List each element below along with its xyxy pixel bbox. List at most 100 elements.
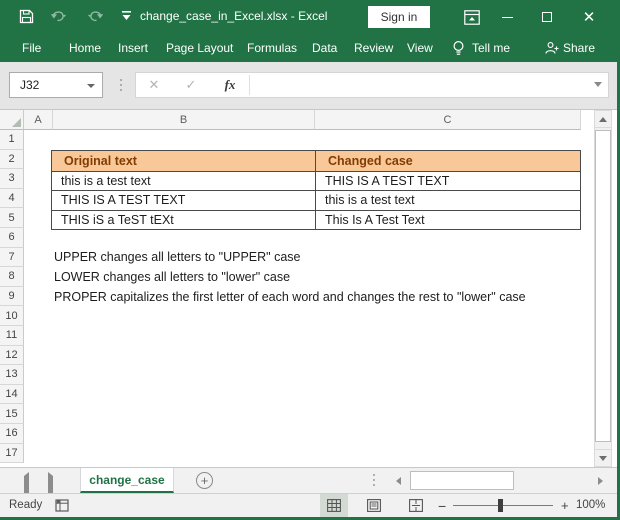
tab-view[interactable]: View: [407, 34, 433, 62]
ribbon-display-options-icon[interactable]: [455, 0, 489, 34]
table-cell[interactable]: THIS iS a TeST tEXt: [52, 210, 316, 230]
scroll-left-icon[interactable]: [390, 471, 407, 491]
row-header[interactable]: 12: [0, 345, 24, 366]
formula-bar: ✕ ✓ fx: [135, 72, 609, 98]
tab-data[interactable]: Data: [312, 34, 337, 62]
column-header-b[interactable]: B: [53, 110, 315, 130]
redo-icon[interactable]: [86, 9, 104, 23]
row-header[interactable]: 15: [0, 404, 24, 424]
zoom-in-icon[interactable]: +: [561, 498, 569, 513]
window-title: change_case_in_Excel.xlsx - Excel: [140, 9, 328, 23]
name-box[interactable]: J32: [9, 72, 103, 98]
table-row: THIS IS A TEST TEXT this is a test text: [52, 190, 580, 210]
formula-bar-row: J32 ✕ ✓ fx: [0, 62, 617, 110]
row-header[interactable]: 9: [0, 286, 24, 307]
formula-divider: [249, 75, 250, 95]
cancel-icon[interactable]: ✕: [144, 73, 164, 97]
scroll-up-icon[interactable]: [595, 111, 611, 128]
note-upper[interactable]: UPPER changes all letters to "UPPER" cas…: [54, 248, 526, 268]
previous-sheet-icon[interactable]: [24, 472, 29, 497]
table-header-changed-case[interactable]: Changed case: [316, 151, 580, 171]
column-header-a[interactable]: A: [24, 110, 53, 130]
row-header[interactable]: 7: [0, 247, 24, 268]
row-header[interactable]: 6: [0, 227, 24, 248]
vertical-scrollbar-thumb[interactable]: [595, 130, 611, 442]
macro-record-icon[interactable]: [55, 499, 70, 517]
save-icon[interactable]: [19, 9, 34, 24]
name-box-dropdown-icon[interactable]: [87, 84, 95, 88]
row-header[interactable]: 13: [0, 365, 24, 385]
insert-function-icon[interactable]: fx: [220, 73, 240, 97]
next-sheet-icon[interactable]: [48, 472, 53, 497]
row-header[interactable]: 14: [0, 384, 24, 405]
minimize-button[interactable]: [490, 0, 524, 34]
customize-quick-access-toolbar-icon[interactable]: [122, 11, 131, 21]
table-cell[interactable]: This Is A Test Text: [316, 211, 580, 230]
tab-insert[interactable]: Insert: [118, 34, 148, 62]
column-headers: A B C: [0, 110, 581, 130]
row-header[interactable]: 2: [0, 149, 24, 170]
row-header[interactable]: 8: [0, 267, 24, 287]
table-header-row: Original text Changed case: [52, 151, 580, 171]
row-header[interactable]: 3: [0, 169, 24, 189]
title-bar: change_case_in_Excel.xlsx - Excel Sign i…: [0, 0, 617, 34]
scroll-down-icon[interactable]: [595, 449, 611, 466]
maximize-button[interactable]: [530, 0, 564, 34]
share-person-icon: [545, 34, 559, 62]
row-header[interactable]: 11: [0, 325, 24, 346]
zoom-out-icon[interactable]: −: [438, 498, 446, 514]
lightbulb-icon: [452, 34, 465, 62]
sheet-tab-bar: change_case +: [0, 467, 617, 497]
zoom-slider-track[interactable]: [453, 505, 553, 506]
row-header[interactable]: 16: [0, 423, 24, 444]
new-sheet-button[interactable]: +: [196, 472, 213, 489]
column-header-c[interactable]: C: [315, 110, 581, 130]
expand-formula-bar-icon[interactable]: [594, 82, 602, 87]
status-bar: Ready − + 100%: [0, 493, 617, 517]
enter-icon[interactable]: ✓: [181, 73, 201, 97]
select-all-corner[interactable]: [0, 110, 24, 130]
tab-page-layout[interactable]: Page Layout: [166, 34, 233, 62]
table-cell[interactable]: this is a test text: [52, 171, 316, 191]
row-header[interactable]: 4: [0, 188, 24, 209]
status-ready-label: Ready: [9, 499, 43, 511]
sign-in-button[interactable]: Sign in: [368, 6, 430, 28]
formula-input[interactable]: [256, 73, 617, 97]
scroll-right-icon[interactable]: [592, 471, 609, 491]
row-header[interactable]: 5: [0, 208, 24, 228]
case-table: Original text Changed case this is a tes…: [51, 150, 581, 231]
table-cell[interactable]: THIS IS A TEST TEXT: [316, 172, 580, 191]
tab-share[interactable]: Share: [563, 34, 595, 62]
zoom-level[interactable]: 100%: [576, 499, 605, 511]
tab-review[interactable]: Review: [354, 34, 393, 62]
close-button[interactable]: ✕: [572, 0, 606, 34]
table-header-original-text[interactable]: Original text: [52, 151, 316, 171]
table-cell[interactable]: THIS IS A TEST TEXT: [52, 191, 316, 210]
note-lower[interactable]: LOWER changes all letters to "lower" cas…: [54, 267, 526, 287]
undo-icon[interactable]: [50, 9, 68, 23]
row-header[interactable]: 10: [0, 306, 24, 326]
explanation-notes: UPPER changes all letters to "UPPER" cas…: [54, 248, 526, 307]
normal-view-button[interactable]: [320, 494, 348, 517]
page-layout-view-button[interactable]: [360, 494, 388, 517]
row-header[interactable]: 1: [0, 130, 24, 150]
formula-bar-separator: [119, 74, 123, 96]
tab-formulas[interactable]: Formulas: [247, 34, 297, 62]
row-header[interactable]: 17: [0, 443, 24, 464]
page-break-preview-button[interactable]: [402, 494, 430, 517]
excel-window: change_case_in_Excel.xlsx - Excel Sign i…: [0, 0, 620, 520]
note-proper[interactable]: PROPER capitalizes the first letter of e…: [54, 287, 526, 307]
sheet-tab-change-case[interactable]: change_case: [80, 468, 174, 493]
ribbon-tab-row: File Home Insert Page Layout Formulas Da…: [0, 34, 617, 62]
tab-home[interactable]: Home: [69, 34, 101, 62]
tab-tell-me[interactable]: Tell me: [472, 34, 510, 62]
zoom-slider-thumb[interactable]: [498, 499, 503, 512]
worksheet-area: A B C 1 2 3 4 5 6 7 8 9 10 11 12 13 14 1…: [0, 110, 617, 467]
name-box-value: J32: [20, 78, 40, 92]
horizontal-scrollbar-thumb[interactable]: [410, 471, 514, 490]
tab-file[interactable]: File: [22, 34, 41, 62]
table-cell[interactable]: this is a test text: [316, 191, 580, 210]
table-row: this is a test text THIS IS A TEST TEXT: [52, 170, 580, 191]
select-all-triangle-icon: [12, 118, 21, 127]
vertical-scrollbar[interactable]: [594, 110, 612, 467]
